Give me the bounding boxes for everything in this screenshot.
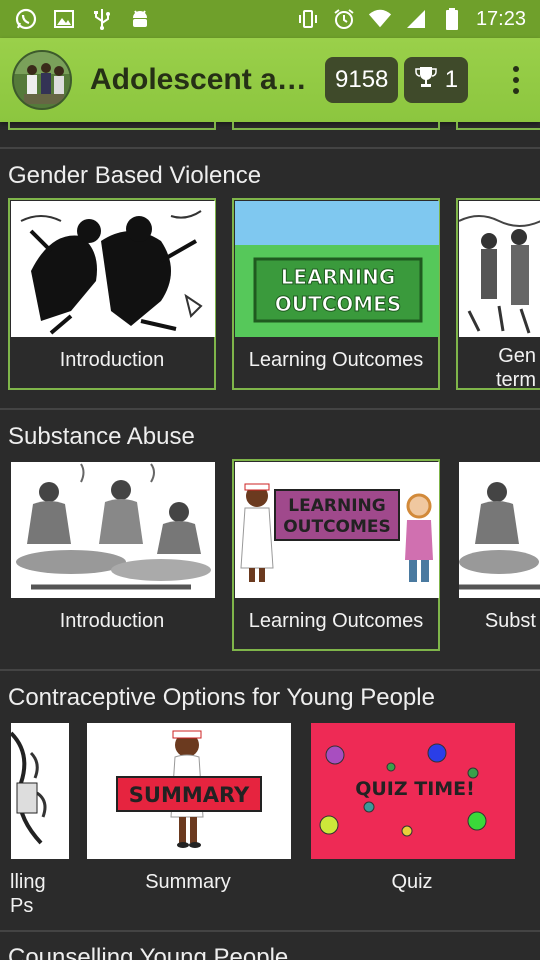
quiz-time-image: QUIZ TIME! [311, 723, 515, 859]
status-time: 17:23 [475, 7, 526, 30]
status-bar: 17:23 [0, 0, 540, 38]
image-icon [52, 7, 76, 31]
lesson-card[interactable]: QUIZ TIME! Quiz [308, 720, 516, 912]
sketch-partial-image [11, 723, 69, 859]
thumb-text: LEARNING [288, 496, 385, 516]
section-divider [0, 669, 540, 671]
smoking-sketch-image [11, 462, 215, 598]
signal-icon [404, 7, 428, 31]
trophy-badge[interactable]: 1 [404, 57, 469, 103]
lesson-card[interactable]: Introduction [8, 459, 216, 651]
card-label: Quiz [391, 871, 433, 893]
overflow-menu-icon[interactable] [504, 60, 528, 100]
card-label: Introduction [59, 610, 165, 632]
alarm-icon [332, 7, 356, 31]
battery-icon [440, 7, 464, 31]
card-label: Learning Outcomes [248, 349, 424, 371]
lesson-card[interactable]: LEARNING OUTCOMES Learning Outcomes [232, 459, 440, 651]
whatsapp-icon [14, 7, 38, 31]
points-badge[interactable]: 9158 [325, 57, 399, 103]
previous-card-edge[interactable] [232, 122, 440, 130]
section-title: Gender Based Violence [8, 162, 262, 189]
section-divider [0, 147, 540, 149]
smoking-sketch-image [459, 462, 540, 598]
vibrate-icon [296, 7, 320, 31]
card-label: Introduction [59, 349, 165, 371]
lesson-card[interactable]: LEARNING OUTCOMES Learning Outcomes [232, 198, 440, 390]
wifi-icon [368, 7, 392, 31]
app-bar: Adolescent an... 9158 1 [0, 38, 540, 122]
app-title: Adolescent an... [90, 63, 308, 96]
card-label: Learning Outcomes [248, 610, 424, 632]
learning-outcomes-image: LEARNING OUTCOMES [235, 201, 439, 337]
trophy-icon [414, 65, 437, 96]
violence-sketch-image [11, 201, 215, 337]
android-icon [128, 7, 152, 31]
previous-card-edge[interactable] [8, 122, 216, 130]
usb-icon [90, 7, 114, 31]
avatar[interactable] [12, 50, 72, 110]
lesson-card[interactable]: SUMMARY Summary [84, 720, 292, 912]
thumb-text: OUTCOMES [275, 292, 402, 316]
section-title: Counselling Young People [8, 944, 289, 960]
section-divider [0, 408, 540, 410]
trophy-count: 1 [444, 66, 459, 93]
thumb-text: SUMMARY [129, 783, 250, 807]
lesson-card[interactable]: Subst [456, 459, 540, 651]
lesson-card[interactable]: Gen term [456, 198, 540, 391]
previous-card-edge[interactable] [456, 122, 540, 130]
section-divider [0, 930, 540, 932]
topic-list[interactable]: Gender Based Violence Introduction LEARN… [0, 122, 540, 960]
thumb-text: OUTCOMES [283, 517, 391, 537]
thumb-text: QUIZ TIME! [355, 778, 475, 800]
section-title: Contraceptive Options for Young People [8, 684, 435, 711]
card-label: Gen term [496, 345, 536, 391]
people-sketch-image [459, 201, 540, 337]
section-title: Substance Abuse [8, 423, 195, 450]
nurses-learning-outcomes-image: LEARNING OUTCOMES [235, 462, 439, 598]
card-label: Subst [484, 610, 536, 632]
lesson-card[interactable]: Introduction [8, 198, 216, 390]
thumb-text: LEARNING [281, 265, 396, 289]
lesson-card[interactable]: lling Ps [8, 720, 69, 917]
nurse-summary-image: SUMMARY [87, 723, 291, 859]
card-label: lling Ps [10, 871, 46, 917]
card-label: Summary [145, 871, 231, 893]
